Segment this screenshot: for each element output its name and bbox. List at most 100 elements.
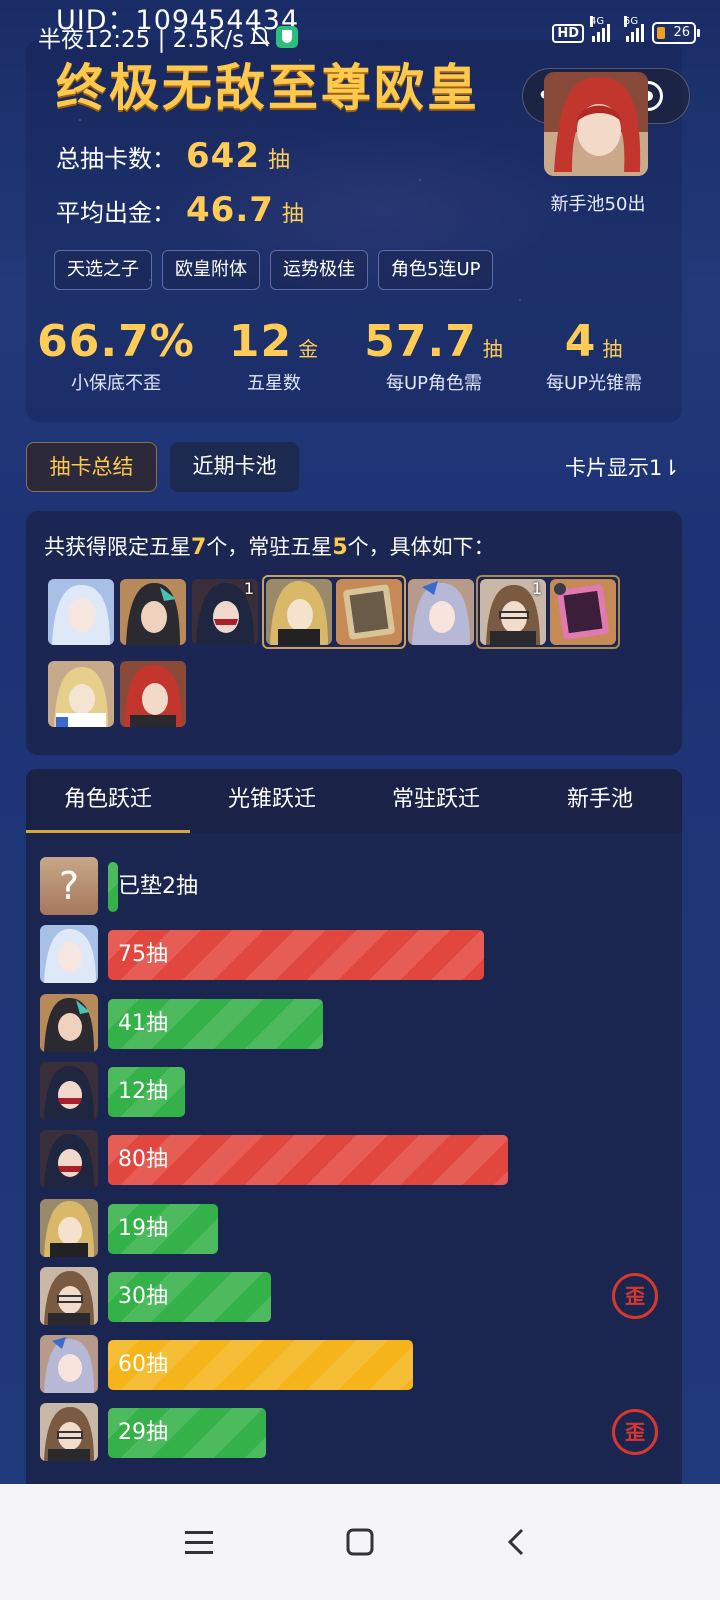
character-thumb[interactable]: 1 [480, 579, 546, 645]
warp-row: 29抽 歪 [40, 1403, 680, 1461]
pull-count-bar: 19抽 [108, 1204, 218, 1254]
page-title: 终极无敌至尊欧皇 [56, 59, 480, 117]
metric-value: 66.7% [37, 316, 195, 367]
avg-pulls-value: 46.7 [186, 190, 274, 230]
row-avatar [40, 1130, 98, 1188]
tag-item: 天选之子 [54, 250, 152, 290]
duplicate-count: 1 [243, 579, 254, 598]
battery-icon: 26 [652, 22, 700, 44]
duplicate-count: 1 [531, 579, 542, 598]
newbie-pool-avatar [544, 72, 648, 176]
signal-4g-icon: 4G [590, 16, 610, 42]
row-avatar [40, 1403, 98, 1461]
metric-per-up-character: 57.7 抽 每UP角色需 [352, 316, 516, 395]
pull-count-label: 60抽 [118, 1352, 168, 1377]
tab-lightcone-warp[interactable]: 光锥跃迁 [190, 769, 354, 833]
pull-count-bar: 30抽 [108, 1272, 271, 1322]
warp-row: 60抽 [40, 1335, 680, 1393]
character-thumb[interactable] [48, 579, 114, 645]
avg-pulls-label: 平均出金： [56, 199, 176, 227]
pull-count-bar: 12抽 [108, 1067, 185, 1117]
pull-count-bar [108, 862, 118, 912]
metric-value: 12 [228, 316, 293, 367]
total-pulls-unit: 抽 [267, 148, 290, 173]
metric-unit: 抽 [482, 337, 504, 361]
metric-five-star-count: 12 金 五星数 [192, 316, 356, 395]
limited-count: 7 [191, 535, 207, 560]
card-display-toggle[interactable]: 卡片显示1⇂ [565, 452, 680, 482]
tab-standard-warp[interactable]: 常驻跃迁 [354, 769, 518, 833]
lightcone-thumb[interactable] [550, 579, 616, 645]
metric-label: 每UP角色需 [385, 373, 483, 394]
total-pulls-stat: 总抽卡数： 642 抽 [56, 136, 290, 176]
shield-icon [276, 26, 299, 48]
warp-row: 12抽 [40, 1062, 680, 1120]
avg-pulls-unit: 抽 [281, 202, 304, 227]
metric-label: 每UP光锥需 [545, 373, 643, 394]
tab-newbie-warp[interactable]: 新手池 [518, 769, 682, 833]
pull-count-bar: 80抽 [108, 1135, 508, 1185]
obtained-suffix: 个，具体如下： [347, 535, 495, 559]
character-thumb[interactable] [266, 579, 332, 645]
home-icon[interactable] [330, 1512, 390, 1572]
warp-row: 41抽 [40, 994, 680, 1052]
metrics-row: 66.7% 小保底不歪 12 金 五星数 57.7 抽 每UP角色需 4抽 每UP光… [26, 316, 682, 406]
back-icon[interactable] [486, 1512, 546, 1572]
pull-count-label: 29抽 [118, 1420, 168, 1445]
metric-value: 4 [564, 316, 597, 367]
row-avatar [40, 994, 98, 1052]
tag-item: 欧皇附体 [162, 250, 260, 290]
net-5g-label: 5G [624, 16, 639, 27]
obtained-mid: 个，常驻五星 [206, 535, 333, 559]
metric-value: 57.7 [364, 316, 477, 367]
tag-item: 角色5连UP [378, 250, 494, 290]
standard-count: 5 [332, 535, 348, 560]
row-avatar: ? [40, 857, 98, 915]
total-pulls-value: 642 [186, 136, 260, 176]
lightcone-thumb[interactable] [336, 579, 402, 645]
row-avatar [40, 1062, 98, 1120]
pull-count-bar: 75抽 [108, 930, 484, 980]
avg-pulls-stat: 平均出金： 46.7 抽 [56, 190, 304, 230]
newbie-pool-caption: 新手池50出 [550, 194, 646, 215]
pull-count-label: 41抽 [118, 1011, 168, 1036]
metric-label: 小保底不歪 [71, 373, 161, 394]
pull-count-label: 19抽 [118, 1216, 168, 1241]
signal-5g-icon: 5G [624, 16, 644, 42]
metric-unit: 金 [298, 337, 320, 361]
character-thumb[interactable] [408, 579, 474, 645]
menu-icon[interactable] [170, 1512, 230, 1572]
metric-no-lose-rate: 66.7% 小保底不歪 [34, 316, 198, 395]
pull-count-bar: 41抽 [108, 999, 323, 1049]
obtained-five-stars-card: 共获得限定五星7个，常驻五星5个，具体如下： 1 1 [26, 511, 682, 755]
pull-count-label: 已垫2抽 [118, 874, 198, 899]
tab-character-warp[interactable]: 角色跃迁 [26, 769, 190, 833]
warp-row: 80抽 [40, 1130, 680, 1188]
obtained-summary-text: 共获得限定五星7个，常驻五星5个，具体如下： [44, 531, 495, 561]
obtained-prefix: 共获得限定五星 [44, 535, 191, 559]
tab-gacha-summary[interactable]: 抽卡总结 [26, 442, 157, 492]
warp-row: ? 已垫2抽 [40, 857, 680, 915]
character-thumb[interactable]: 1 [192, 579, 258, 645]
status-indicators: HD 4G 5G 26 [552, 16, 700, 44]
lost-5050-stamp-icon: 歪 [612, 1273, 658, 1319]
unknown-avatar: ? [40, 857, 98, 915]
battery-level: 26 [673, 25, 690, 40]
warp-row: 75抽 [40, 925, 680, 983]
pull-count-label: 80抽 [118, 1147, 168, 1172]
tab-recent-pools[interactable]: 近期卡池 [170, 442, 299, 492]
metric-unit: 抽 [602, 337, 624, 361]
character-thumb[interactable] [48, 661, 114, 727]
warp-row: 19抽 [40, 1199, 680, 1257]
row-avatar [40, 1335, 98, 1393]
tag-item: 运势极佳 [270, 250, 368, 290]
row-avatar [40, 925, 98, 983]
row-avatar [40, 1199, 98, 1257]
warp-tabs: 角色跃迁 光锥跃迁 常驻跃迁 新手池 [26, 769, 682, 833]
pull-count-bar: 60抽 [108, 1340, 413, 1390]
character-thumb[interactable] [120, 661, 186, 727]
character-thumb[interactable] [120, 579, 186, 645]
total-pulls-label: 总抽卡数： [56, 145, 176, 173]
pull-count-label: 30抽 [118, 1284, 168, 1309]
system-navigation-bar [0, 1484, 720, 1600]
